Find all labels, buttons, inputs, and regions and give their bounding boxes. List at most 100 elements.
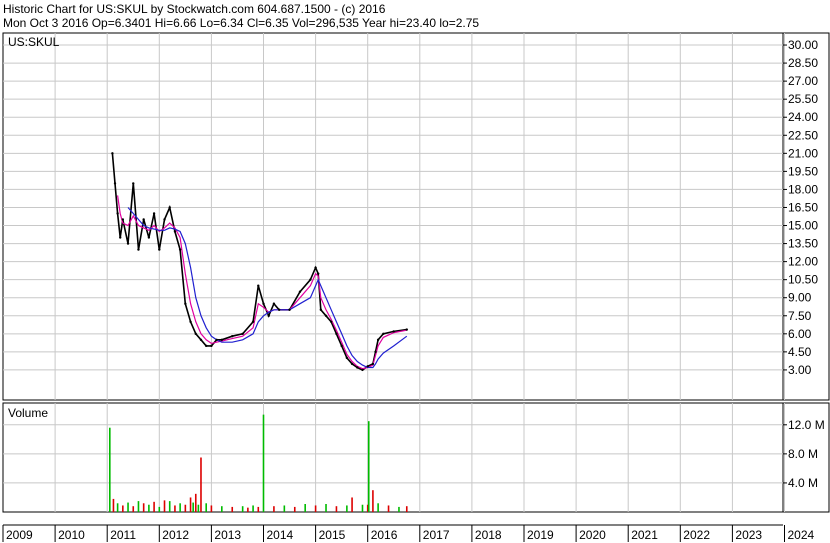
price-tick-label: 21.00 xyxy=(788,146,818,160)
year-label-2014: 2014 xyxy=(267,528,294,542)
volume-bar xyxy=(132,506,135,512)
volume-bar xyxy=(346,505,348,512)
price-point xyxy=(231,335,234,338)
volume-bar xyxy=(184,504,187,512)
volume-bar xyxy=(398,506,400,512)
volume-bar xyxy=(205,503,207,512)
price-point xyxy=(158,248,161,251)
volume-bar xyxy=(158,506,161,512)
price-point xyxy=(298,290,302,293)
price-tick-label: 9.00 xyxy=(788,291,812,305)
volume-bar xyxy=(361,504,364,512)
price-point xyxy=(314,266,317,269)
price-tick-label: 25.50 xyxy=(788,92,818,106)
volume-bar xyxy=(325,504,327,512)
price-point xyxy=(178,248,182,251)
price-tick-label: 4.50 xyxy=(788,345,812,359)
price-point xyxy=(262,302,265,305)
volume-bar xyxy=(189,497,192,512)
year-label-2016: 2016 xyxy=(371,528,398,542)
price-point xyxy=(317,272,320,275)
volume-bar xyxy=(367,421,370,512)
year-label-2017: 2017 xyxy=(423,528,450,542)
price-point xyxy=(194,332,197,336)
year-label-2013: 2013 xyxy=(214,528,241,542)
year-label-2024: 2024 xyxy=(788,528,815,542)
volume-bar xyxy=(247,507,249,512)
volume-bar xyxy=(387,505,390,512)
year-label-2019: 2019 xyxy=(527,528,554,542)
volume-bar xyxy=(194,493,197,512)
year-label-2020: 2020 xyxy=(579,528,606,542)
chart-page: Historic Chart for US:SKUL by Stockwatch… xyxy=(0,0,830,543)
volume-panel-frame xyxy=(2,402,830,513)
price-point xyxy=(173,230,177,233)
year-label-2022: 2022 xyxy=(683,528,710,542)
price-point xyxy=(361,368,364,372)
price-point xyxy=(204,344,208,348)
price-point xyxy=(189,320,192,323)
price-point xyxy=(116,212,119,215)
price-panel-label: US:SKUL xyxy=(8,35,60,49)
price-tick-label: 18.00 xyxy=(788,182,818,196)
volume-bar xyxy=(210,505,213,512)
price-point xyxy=(382,332,385,336)
price-point xyxy=(119,236,122,239)
volume-bar xyxy=(273,506,275,512)
volume-bar xyxy=(231,506,234,512)
year-label-2009: 2009 xyxy=(6,528,33,542)
price-point xyxy=(142,218,145,221)
volume-bar xyxy=(221,506,223,512)
price-point xyxy=(113,182,117,185)
price-point xyxy=(345,356,349,360)
price-point xyxy=(210,344,213,348)
volume-bar xyxy=(377,503,379,512)
price-tick-label: 12.00 xyxy=(788,255,818,269)
price-point xyxy=(152,212,156,215)
price-point xyxy=(215,338,218,342)
volume-tick-label: 12.0 M xyxy=(788,418,825,432)
price-point xyxy=(356,366,359,369)
year-label-2010: 2010 xyxy=(58,528,85,542)
volume-bar xyxy=(153,501,155,512)
price-tick-label: 22.50 xyxy=(788,128,818,142)
price-point xyxy=(340,344,343,348)
price-point xyxy=(199,338,203,342)
price-point xyxy=(132,182,135,185)
price-point xyxy=(374,350,377,354)
price-point xyxy=(257,284,260,287)
price-tick-label: 28.50 xyxy=(788,56,818,70)
volume-bar xyxy=(122,505,124,512)
price-tick-label: 27.00 xyxy=(788,74,818,88)
volume-bar xyxy=(262,414,265,512)
volume-bar xyxy=(405,506,408,512)
price-panel-frame xyxy=(2,32,830,401)
price-point xyxy=(184,302,187,305)
volume-bar xyxy=(335,506,338,512)
year-label-2012: 2012 xyxy=(162,528,189,542)
volume-bar xyxy=(372,490,374,512)
price-point xyxy=(267,314,270,317)
volume-bar xyxy=(168,501,171,512)
year-label-2023: 2023 xyxy=(735,528,762,542)
price-point xyxy=(392,330,395,333)
price-point xyxy=(168,206,171,209)
volume-bar xyxy=(241,506,244,512)
volume-bar xyxy=(179,503,181,512)
price-point xyxy=(324,314,328,317)
volume-bar xyxy=(252,505,254,512)
volume-tick-label: 8.0 M xyxy=(788,447,818,461)
price-point xyxy=(376,338,380,342)
price-point xyxy=(319,308,323,311)
price-point xyxy=(272,302,276,305)
price-point xyxy=(288,308,291,311)
price-point xyxy=(137,248,140,251)
volume-bar xyxy=(304,504,306,512)
price-series-ma-long xyxy=(127,207,408,369)
price-point xyxy=(163,218,166,221)
price-point xyxy=(220,338,224,342)
volume-bar xyxy=(351,497,353,512)
volume-bar xyxy=(192,502,194,512)
price-point xyxy=(277,308,281,311)
price-tick-label: 10.50 xyxy=(788,273,818,287)
